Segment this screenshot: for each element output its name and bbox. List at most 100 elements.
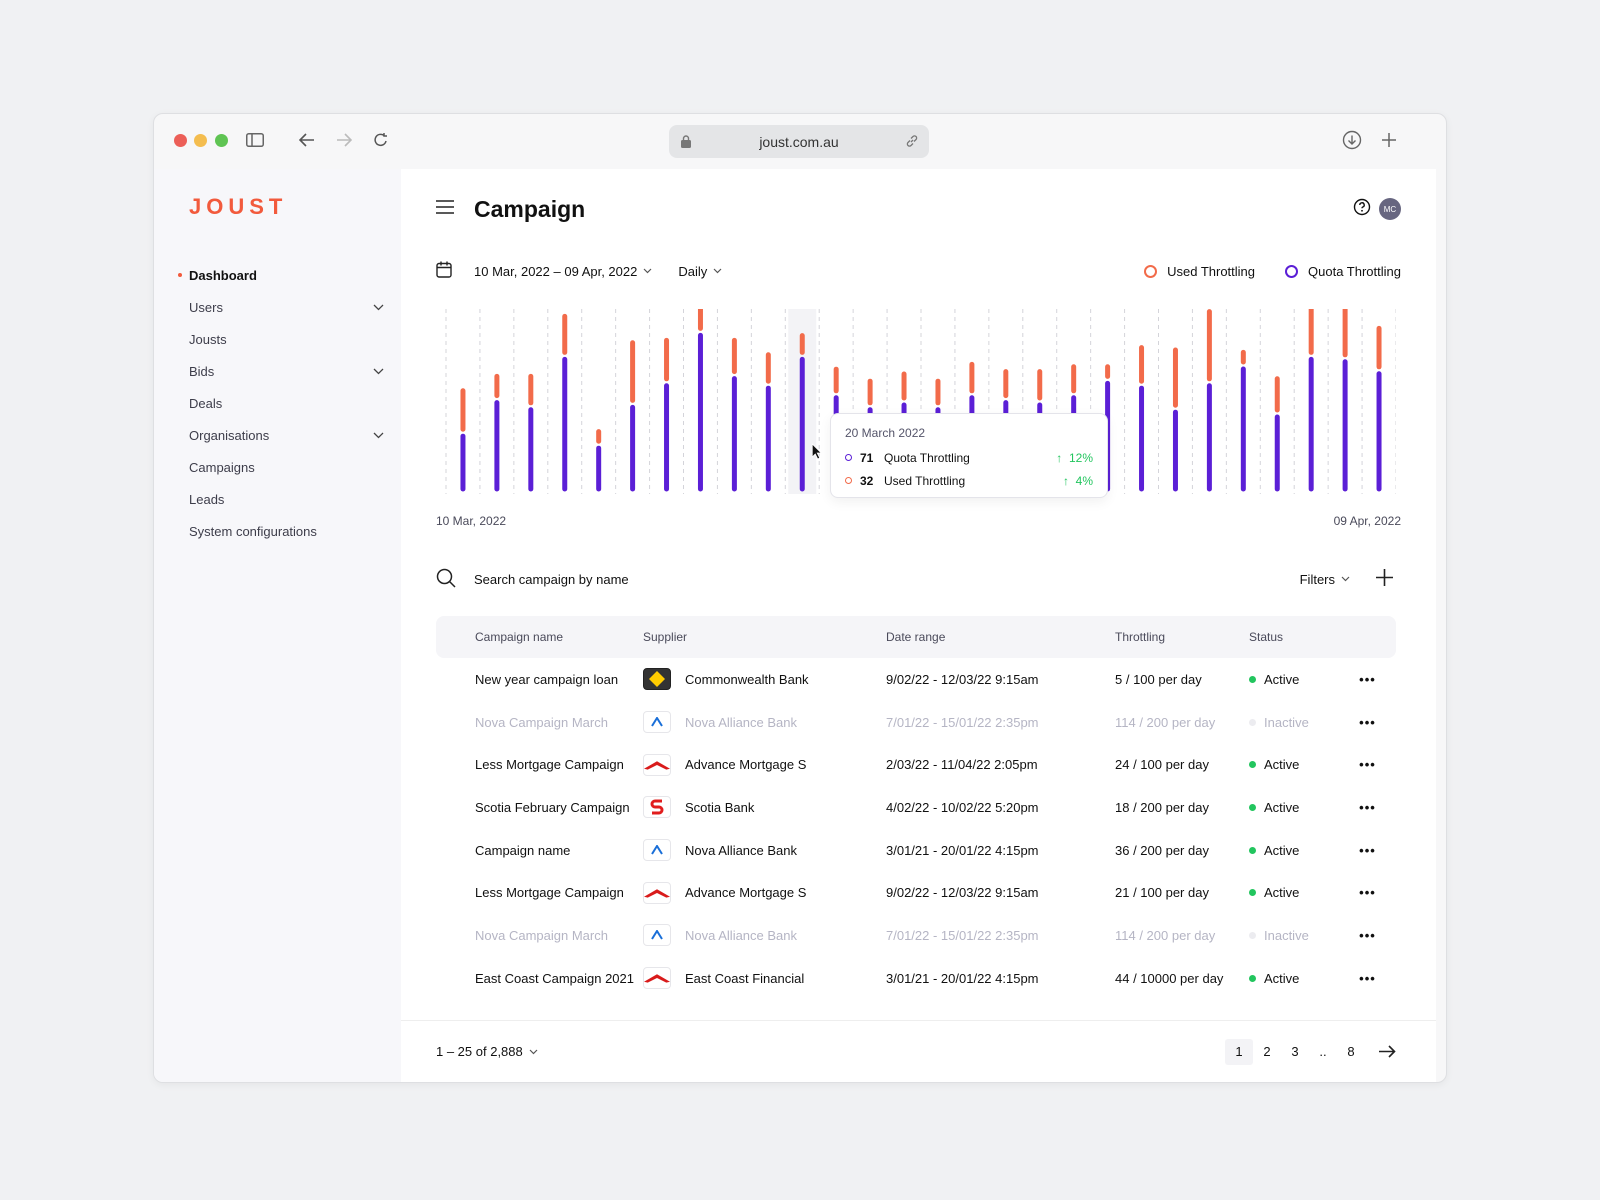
interval-select[interactable]: Daily bbox=[678, 264, 722, 279]
campaign-table-body: New year campaign loan Commonwealth Bank 9… bbox=[436, 658, 1396, 1006]
campaign-name[interactable]: Less Mortgage Campaign bbox=[436, 885, 643, 900]
chevron-down-icon[interactable] bbox=[373, 304, 384, 311]
link-icon[interactable] bbox=[905, 134, 919, 151]
status-badge: Active bbox=[1249, 800, 1339, 815]
close-window-button[interactable] bbox=[174, 134, 187, 147]
status-badge: Active bbox=[1249, 885, 1339, 900]
rows-per-page-select[interactable]: 1 – 25 of 2,888 bbox=[436, 1044, 538, 1059]
sidebar-item-users[interactable]: Users bbox=[189, 291, 384, 323]
table-header: Campaign name Supplier Date range Thrott… bbox=[436, 616, 1396, 658]
search-icon bbox=[436, 568, 456, 591]
more-actions-icon[interactable]: ••• bbox=[1339, 757, 1396, 772]
table-row[interactable]: Scotia February Campaign Scotia Bank 4/02/… bbox=[436, 786, 1396, 829]
column-header-throttling[interactable]: Throttling bbox=[1115, 630, 1249, 644]
hamburger-menu-icon[interactable] bbox=[436, 199, 454, 219]
supplier-cell: Nova Alliance Bank bbox=[643, 711, 886, 734]
back-arrow-icon[interactable] bbox=[295, 128, 319, 152]
filters-button[interactable]: Filters bbox=[1300, 572, 1350, 587]
sidebar-item-bids[interactable]: Bids bbox=[189, 355, 384, 387]
status-dot-icon bbox=[1249, 889, 1256, 897]
supplier-cell: Advance Mortgage S bbox=[643, 881, 886, 904]
table-row[interactable]: New year campaign loan Commonwealth Bank 9… bbox=[436, 658, 1396, 701]
date-range: 9/02/22 - 12/03/22 9:15am bbox=[886, 671, 1039, 687]
sidebar-toggle-icon[interactable] bbox=[243, 128, 267, 152]
column-header-supplier[interactable]: Supplier bbox=[643, 630, 886, 644]
sidebar-item-system-configurations[interactable]: System configurations bbox=[189, 515, 384, 547]
more-actions-icon[interactable]: ••• bbox=[1339, 715, 1396, 730]
help-icon[interactable] bbox=[1353, 198, 1371, 221]
status-text: Inactive bbox=[1264, 927, 1309, 943]
supplier-name: Commonwealth Bank bbox=[685, 671, 809, 687]
table-row[interactable]: Less Mortgage Campaign Advance Mortgage S… bbox=[436, 743, 1396, 786]
status-dot-icon bbox=[1249, 846, 1256, 854]
column-header-campaign-name[interactable]: Campaign name bbox=[436, 630, 643, 644]
more-actions-icon[interactable]: ••• bbox=[1339, 885, 1396, 900]
user-avatar[interactable]: MC bbox=[1379, 198, 1401, 220]
sidebar-item-label: Organisations bbox=[189, 427, 270, 443]
table-row[interactable]: Less Mortgage Campaign Advance Mortgage S… bbox=[436, 871, 1396, 914]
more-actions-icon[interactable]: ••• bbox=[1339, 928, 1396, 943]
chart-tooltip: 20 March 2022 71 Quota Throttling ↑ 12% … bbox=[830, 413, 1108, 498]
more-actions-icon[interactable]: ••• bbox=[1339, 971, 1396, 986]
more-actions-icon[interactable]: ••• bbox=[1339, 800, 1396, 815]
plus-icon bbox=[1376, 569, 1393, 586]
campaign-name[interactable]: Nova Campaign March bbox=[436, 715, 643, 730]
sidebar-item-organisations[interactable]: Organisations bbox=[189, 419, 384, 451]
joust-logo[interactable]: JOUST bbox=[189, 194, 287, 220]
page-button-1[interactable]: 1 bbox=[1225, 1038, 1253, 1065]
campaign-name[interactable]: East Coast Campaign 2021 bbox=[436, 971, 643, 986]
reload-icon[interactable] bbox=[369, 128, 393, 152]
legend-used-throttling[interactable]: Used Throttling bbox=[1144, 264, 1255, 279]
new-tab-icon[interactable] bbox=[1377, 128, 1401, 152]
page-button-8[interactable]: 8 bbox=[1337, 1039, 1365, 1065]
legend-quota-throttling[interactable]: Quota Throttling bbox=[1285, 264, 1401, 279]
supplier-name: Scotia Bank bbox=[685, 799, 755, 815]
table-row[interactable]: East Coast Campaign 2021 East Coast Finan… bbox=[436, 957, 1396, 1000]
column-header-status[interactable]: Status bbox=[1249, 630, 1339, 644]
column-header-date-range[interactable]: Date range bbox=[886, 630, 1115, 644]
more-actions-icon[interactable]: ••• bbox=[1339, 843, 1396, 858]
legend-label: Used Throttling bbox=[1167, 263, 1256, 279]
campaign-name[interactable]: Campaign name bbox=[436, 843, 643, 858]
sidebar-item-jousts[interactable]: Jousts bbox=[189, 323, 384, 355]
table-row[interactable]: Nova Campaign MarchNova Alliance Bank7/0… bbox=[436, 1000, 1396, 1007]
campaign-name[interactable]: New year campaign loan bbox=[436, 672, 643, 687]
status-text: Active bbox=[1264, 757, 1300, 773]
more-actions-icon[interactable]: ••• bbox=[1339, 672, 1396, 687]
sidebar-item-deals[interactable]: Deals bbox=[189, 387, 384, 419]
campaign-name[interactable]: Scotia February Campaign bbox=[436, 800, 643, 815]
maximize-window-button[interactable] bbox=[215, 134, 228, 147]
sidebar-item-leads[interactable]: Leads bbox=[189, 483, 384, 515]
status-dot-icon bbox=[1249, 974, 1256, 982]
nova-logo-icon bbox=[643, 924, 671, 947]
table-row[interactable]: Campaign name Nova Alliance Bank 3/01/21 -… bbox=[436, 829, 1396, 872]
chevron-down-icon bbox=[529, 1049, 538, 1054]
chart-legend: Used Throttling Quota Throttling bbox=[1144, 264, 1401, 279]
chevron-down-icon[interactable] bbox=[373, 432, 384, 439]
pagination: 1 2 3.. 8 bbox=[1225, 1038, 1401, 1065]
date-range-value: 10 Mar, 2022 – 09 Apr, 2022 bbox=[474, 263, 638, 279]
date-range-select[interactable]: 10 Mar, 2022 – 09 Apr, 2022 bbox=[474, 264, 652, 279]
supplier-cell: Nova Alliance Bank bbox=[643, 839, 886, 862]
sidebar-item-campaigns[interactable]: Campaigns bbox=[189, 451, 384, 483]
download-icon[interactable] bbox=[1340, 128, 1364, 152]
next-page-arrow-icon[interactable] bbox=[1373, 1039, 1401, 1065]
sidebar-item-dashboard[interactable]: Dashboard bbox=[178, 259, 384, 291]
add-campaign-button[interactable] bbox=[1376, 569, 1393, 589]
page-button-2[interactable]: 2 bbox=[1253, 1039, 1281, 1065]
tooltip-change-value: 12% bbox=[1068, 450, 1093, 465]
forward-arrow-icon[interactable] bbox=[332, 128, 356, 152]
search-input[interactable] bbox=[474, 571, 874, 587]
date-range: 7/01/22 - 15/01/22 2:35pm bbox=[886, 714, 1039, 730]
chart-controls: 10 Mar, 2022 – 09 Apr, 2022 Daily Used T… bbox=[436, 259, 1401, 283]
chevron-down-icon[interactable] bbox=[373, 368, 384, 375]
campaign-name[interactable]: Less Mortgage Campaign bbox=[436, 757, 643, 772]
page-button-3[interactable]: 3 bbox=[1281, 1039, 1309, 1065]
minimize-window-button[interactable] bbox=[194, 134, 207, 147]
page-header: Campaign MC bbox=[436, 191, 1401, 227]
url-bar[interactable]: joust.com.au bbox=[669, 125, 929, 158]
table-row[interactable]: Nova Campaign MarchNova Alliance Bank7/0… bbox=[436, 701, 1396, 744]
campaign-name[interactable]: Nova Campaign March bbox=[436, 928, 643, 943]
calendar-icon[interactable] bbox=[436, 261, 452, 281]
table-row[interactable]: Nova Campaign MarchNova Alliance Bank7/0… bbox=[436, 914, 1396, 957]
